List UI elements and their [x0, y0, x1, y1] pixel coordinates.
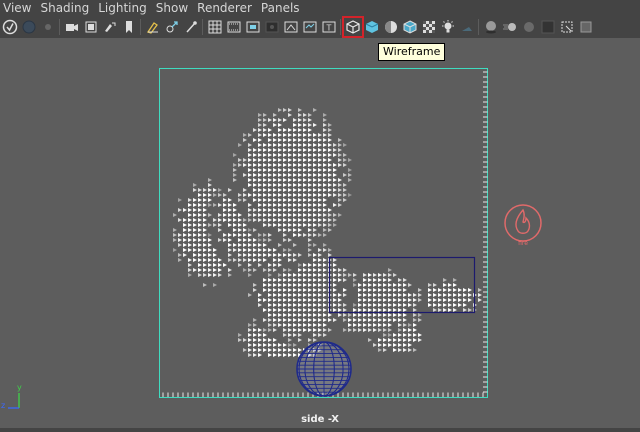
menu-show[interactable]: Show — [153, 0, 194, 16]
svg-text:T: T — [325, 24, 331, 33]
wireframe-tooltip: Wireframe — [378, 43, 446, 61]
flat-shade-icon[interactable] — [383, 19, 399, 35]
safe-action-icon[interactable] — [302, 19, 318, 35]
menu-renderer[interactable]: Renderer — [194, 0, 258, 16]
toolbar-separator — [140, 19, 141, 35]
axis-gizmo: y z — [1, 383, 22, 410]
grease-pencil-icon[interactable] — [102, 19, 118, 35]
toolbar-separator — [59, 19, 60, 35]
camera-attributes-icon[interactable] — [21, 19, 37, 35]
rotate-tool-icon[interactable] — [183, 19, 199, 35]
grid-icon[interactable] — [207, 19, 223, 35]
image-plane-icon[interactable] — [64, 19, 80, 35]
field-chart-icon[interactable] — [283, 19, 299, 35]
isolate-select-icon[interactable] — [559, 19, 575, 35]
select-camera-icon[interactable] — [2, 19, 18, 35]
gate-mask-icon[interactable] — [264, 19, 280, 35]
film-gate-bookmark-icon[interactable] — [121, 19, 137, 35]
ambient-occlusion-icon[interactable] — [483, 19, 499, 35]
safe-title-icon[interactable]: T — [321, 19, 337, 35]
toolbar-separator — [202, 19, 203, 35]
panel-toolbar: T — [0, 16, 640, 38]
menu-shading[interactable]: Shading — [37, 0, 95, 16]
toolbar-separator — [478, 19, 479, 35]
fire-icon[interactable]: fire — [504, 204, 542, 247]
fire-label: fire — [518, 240, 528, 247]
axis-y-label: y — [17, 383, 22, 392]
menu-lighting[interactable]: Lighting — [95, 0, 153, 16]
lights-icon[interactable] — [440, 19, 456, 35]
textured-icon[interactable] — [421, 19, 437, 35]
sphere-wireframe[interactable] — [296, 341, 352, 397]
viewport-panel[interactable]: fire y z — [0, 38, 640, 428]
move-tool-icon[interactable] — [164, 19, 180, 35]
toolbar-separator — [340, 19, 341, 35]
bounding-box-icon[interactable] — [402, 19, 418, 35]
motion-blur-icon[interactable] — [502, 19, 518, 35]
anti-aliasing-icon[interactable] — [521, 19, 537, 35]
resolution-gate-icon[interactable] — [245, 19, 261, 35]
viewport-canvas[interactable]: fire y z — [0, 38, 640, 428]
fluid-particles — [173, 108, 482, 357]
menu-view[interactable]: View — [0, 0, 37, 16]
smooth-shade-icon[interactable] — [364, 19, 380, 35]
camera-label: side -X — [301, 414, 339, 425]
wireframe-icon[interactable] — [341, 16, 364, 38]
menu-panels[interactable]: Panels — [258, 0, 306, 16]
depth-of-field-icon[interactable] — [540, 19, 556, 35]
bookmarks-icon[interactable] — [40, 19, 56, 35]
shadows-icon[interactable] — [459, 19, 475, 35]
film-gate-icon[interactable] — [226, 19, 242, 35]
xray-icon[interactable] — [578, 19, 594, 35]
paint-select-icon[interactable] — [145, 19, 161, 35]
menu-bar: View Shading Lighting Show Renderer Pane… — [0, 0, 640, 16]
two-d-pan-zoom-icon[interactable] — [83, 19, 99, 35]
axis-z-label: z — [1, 401, 5, 410]
